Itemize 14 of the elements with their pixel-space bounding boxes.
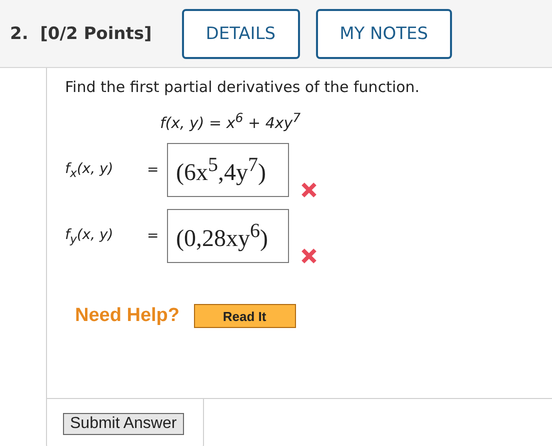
derivative-label: f$_{y}$(x, y) (65, 226, 114, 246)
answer-field[interactable]: (6x$^{5}$,4y$^{7}$) (167, 143, 289, 197)
help-label: Need Help? (75, 305, 180, 327)
read-it-button[interactable]: Read It (194, 304, 296, 328)
function-formula: f(x, y) = x$^{6}$ + 4xy$^{7}$ (160, 110, 302, 132)
question-points: 2. [0/2 Points] (10, 24, 152, 44)
header-button[interactable]: MY NOTES (316, 8, 452, 58)
answer-field[interactable]: (0,28xy$^{6}$) (167, 209, 289, 263)
question-prompt: Find the first partial derivatives of the function. (65, 78, 421, 96)
header-button[interactable]: DETAILS (182, 8, 300, 58)
derivative-label: f$_{x}$(x, y) (65, 160, 114, 180)
submit-button[interactable]: Submit Answer (63, 413, 184, 435)
equals-sign: = (147, 228, 159, 244)
equals-sign: = (147, 162, 159, 178)
